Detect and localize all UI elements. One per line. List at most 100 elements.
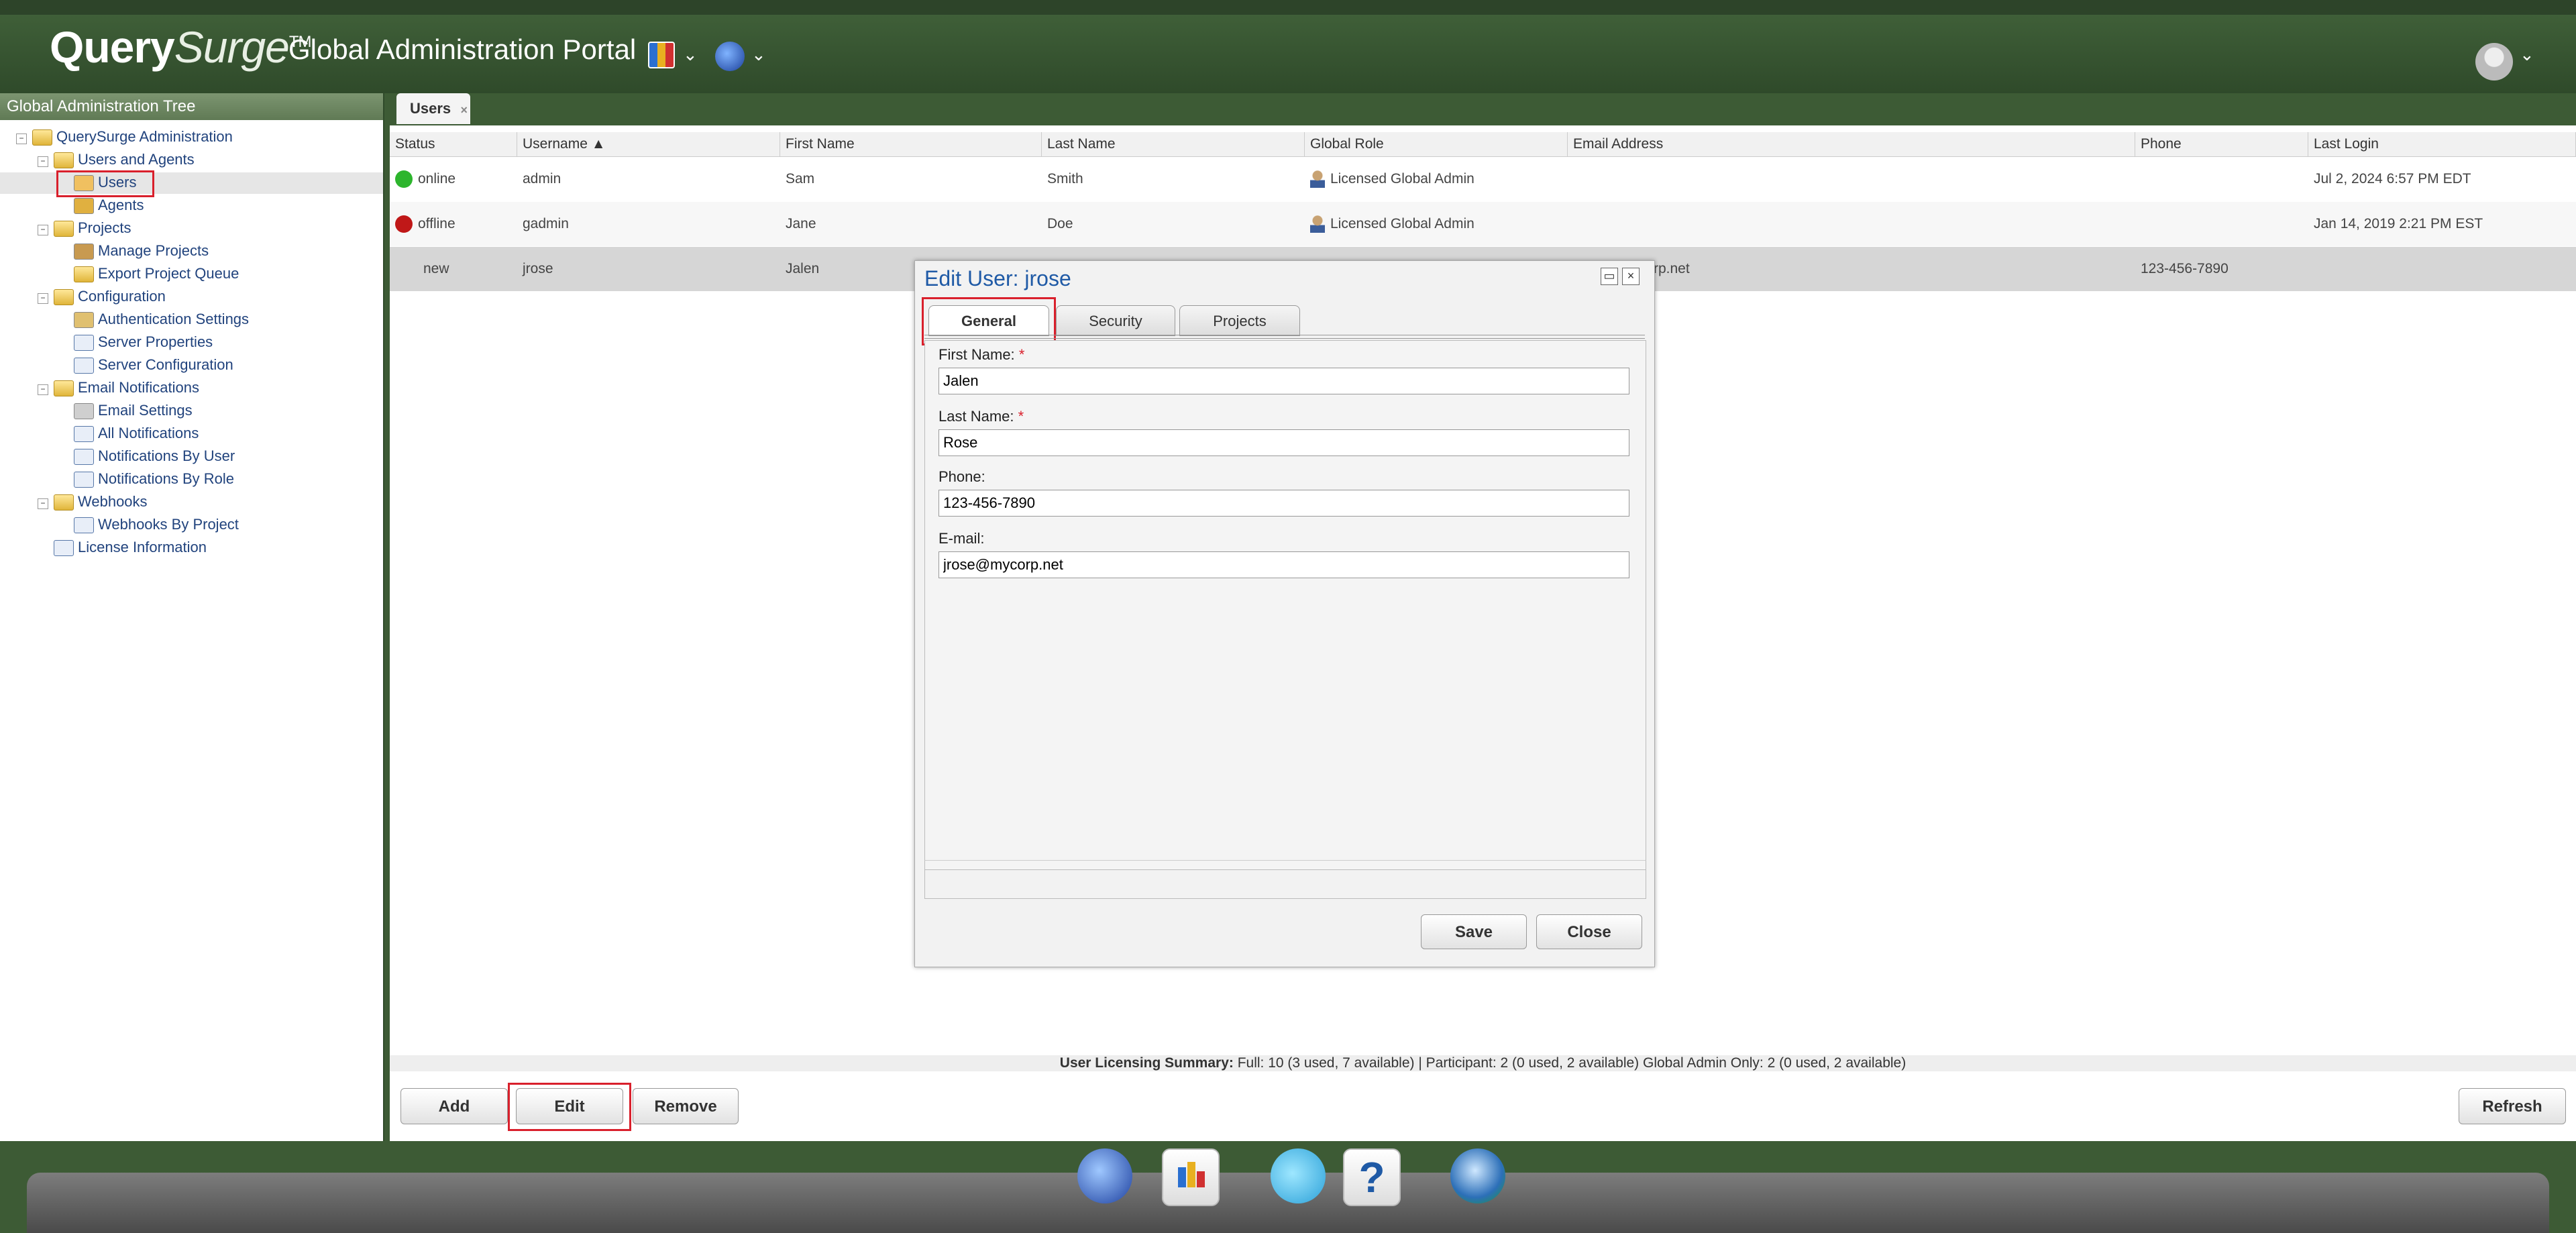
list-icon [74, 517, 94, 534]
cell-username: admin [523, 171, 561, 186]
column-first-name[interactable]: First Name [780, 132, 1042, 156]
tree-item-export-project-queue[interactable]: Export Project Queue [74, 265, 239, 283]
highlight-edit [508, 1083, 631, 1131]
export-icon [74, 266, 94, 283]
avatar[interactable] [2475, 43, 2513, 81]
tree-item-configuration[interactable]: Configuration [54, 288, 166, 306]
cell-username: gadmin [523, 216, 569, 231]
tree-item-authentication-settings[interactable]: Authentication Settings [74, 311, 249, 329]
admin-user-icon [1310, 170, 1325, 189]
table-row[interactable]: online admin Sam Smith Licensed Global A… [390, 157, 2576, 201]
tree-item-notifications-by-role[interactable]: Notifications By Role [74, 470, 234, 488]
license-icon [54, 540, 74, 557]
remove-button[interactable]: Remove [633, 1088, 739, 1124]
column-email-address[interactable]: Email Address [1568, 132, 2135, 156]
tree-item-webhooks[interactable]: Webhooks [54, 493, 148, 511]
users-grid-header: Status Username ▲ First Name Last Name G… [390, 132, 2576, 157]
table-row[interactable]: offline gadmin Jane Doe Licensed Global … [390, 202, 2576, 246]
cell-first-name: Jalen [786, 261, 820, 276]
tree-item-email-notifications[interactable]: Email Notifications [54, 379, 199, 397]
tree-item-manage-projects[interactable]: Manage Projects [74, 242, 209, 260]
folder-icon [54, 289, 74, 306]
tree-item-all-notifications[interactable]: All Notifications [74, 425, 199, 443]
tree-title: Global Administration Tree [0, 93, 383, 120]
close-icon[interactable]: × [1622, 268, 1640, 285]
agents-icon [74, 198, 94, 215]
folder-icon [54, 221, 74, 237]
tree-item-users-and-agents[interactable]: Users and Agents [54, 151, 195, 169]
tab-security[interactable]: Security [1056, 305, 1175, 336]
cell-last-name: Doe [1047, 216, 1073, 231]
cell-last-login: Jul 2, 2024 6:57 PM EDT [2314, 171, 2471, 186]
tab-users[interactable]: Users × [396, 93, 470, 124]
column-last-login[interactable]: Last Login [2308, 132, 2576, 156]
refresh-button[interactable]: Refresh [2459, 1088, 2566, 1124]
collapse-toggle[interactable]: − [38, 293, 48, 304]
online-status-icon [395, 170, 413, 189]
tree-item-server-configuration[interactable]: Server Configuration [74, 356, 233, 374]
tab-divider [924, 335, 1645, 339]
licensing-summary: User Licensing Summary: Full: 10 (3 used… [390, 1055, 2576, 1071]
column-username[interactable]: Username ▲ [517, 132, 780, 156]
chat-icon[interactable] [1271, 1148, 1326, 1203]
folder-icon [32, 129, 52, 146]
chevron-down-icon[interactable]: ⌄ [2520, 44, 2534, 65]
globe-icon[interactable] [1450, 1148, 1505, 1203]
phone-label: Phone: [938, 468, 985, 485]
chevron-down-icon[interactable]: ⌄ [751, 44, 766, 65]
tab-projects[interactable]: Projects [1179, 305, 1300, 336]
close-button[interactable]: Close [1536, 914, 1642, 949]
tree-item-agents[interactable]: Agents [74, 197, 144, 215]
save-button[interactable]: Save [1421, 914, 1527, 949]
cell-first-name: Sam [786, 171, 815, 186]
tree-item-projects[interactable]: Projects [54, 219, 131, 237]
email-field[interactable] [938, 551, 1629, 578]
cell-phone: 123-456-7890 [2141, 261, 2229, 276]
tree-item-querysurge-administration[interactable]: QuerySurge Administration [32, 128, 233, 146]
querysurge-icon[interactable] [1077, 1148, 1132, 1203]
cell-username: jrose [523, 261, 553, 276]
add-button[interactable]: Add [400, 1088, 508, 1124]
column-phone[interactable]: Phone [2135, 132, 2308, 156]
phone-field[interactable] [938, 490, 1629, 517]
close-tab-icon[interactable]: × [460, 95, 468, 125]
collapse-toggle[interactable]: − [38, 156, 48, 167]
collapse-toggle[interactable]: − [16, 133, 27, 144]
collapse-toggle[interactable]: − [38, 498, 48, 509]
column-global-role[interactable]: Global Role [1305, 132, 1568, 156]
form-footer [924, 860, 1646, 899]
reports-menu-icon[interactable] [648, 42, 675, 68]
help-icon[interactable]: ? [1343, 1148, 1401, 1206]
first-name-field[interactable] [938, 368, 1629, 394]
last-name-field[interactable] [938, 429, 1629, 456]
tree-item-license-information[interactable]: License Information [54, 539, 207, 557]
column-status[interactable]: Status [390, 132, 517, 156]
maximize-icon[interactable]: ▭ [1601, 268, 1618, 285]
admin-tree-panel: Global Administration Tree − QuerySurge … [0, 93, 384, 1141]
offline-status-icon [395, 215, 413, 233]
querysurge-menu-icon[interactable] [715, 42, 745, 71]
first-name-label: First Name: * [938, 346, 1025, 363]
gear-icon [74, 403, 94, 420]
app-header: QuerySurgeTM Global Administration Porta… [0, 0, 2576, 93]
tree-item-email-settings[interactable]: Email Settings [74, 402, 193, 420]
collapse-toggle[interactable]: − [38, 225, 48, 235]
tree-item-notifications-by-user[interactable]: Notifications By User [74, 447, 235, 466]
edit-user-dialog: Edit User: jrose ▭ × General Security Pr… [914, 260, 1655, 967]
general-form: First Name: * Last Name: * Phone: E-mail… [924, 340, 1646, 870]
list-icon [74, 426, 94, 443]
chevron-down-icon[interactable]: ⌄ [683, 44, 698, 65]
tree-item-webhooks-by-project[interactable]: Webhooks By Project [74, 516, 239, 534]
key-icon [74, 312, 94, 329]
collapse-toggle[interactable]: − [38, 384, 48, 395]
folder-icon [54, 494, 74, 511]
reports-icon[interactable] [1162, 1148, 1220, 1206]
dialog-title: Edit User: jrose [924, 266, 1071, 290]
server-properties-icon [74, 335, 94, 352]
portal-title: Global Administration Portal [288, 34, 637, 65]
tree-item-server-properties[interactable]: Server Properties [74, 333, 213, 352]
tab-bar: Users × [390, 93, 2576, 125]
cell-status: new [423, 261, 449, 276]
folder-icon [54, 152, 74, 169]
column-last-name[interactable]: Last Name [1042, 132, 1305, 156]
